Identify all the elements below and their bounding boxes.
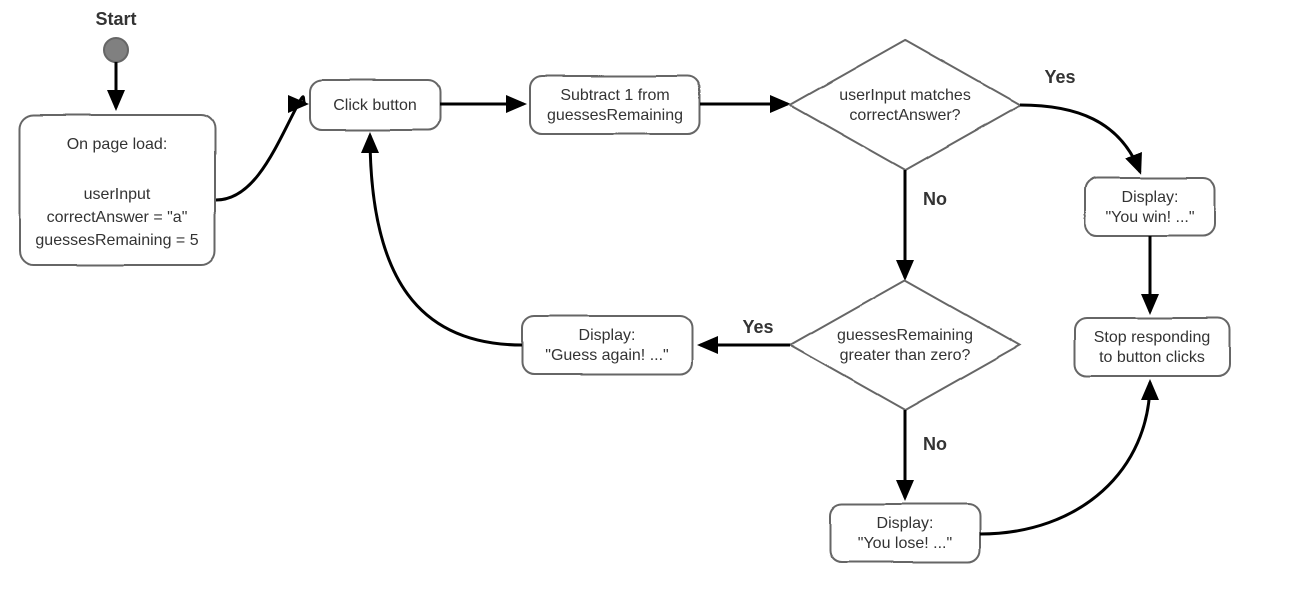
edge-label-yes2: Yes <box>742 317 773 337</box>
start-node <box>104 38 128 62</box>
node-win <box>1085 178 1215 236</box>
node-decision1 <box>790 40 1020 170</box>
guess-again-line2: "Guess again! ..." <box>545 347 668 364</box>
subtract-line1: Subtract 1 from <box>560 87 669 104</box>
decision2-line2: greater than zero? <box>840 347 971 364</box>
pageload-line3: correctAnswer = "a" <box>47 209 188 226</box>
flowchart-diagram: Start On page load: userInput correctAns… <box>0 0 1304 594</box>
edge-decision1-yes <box>1020 105 1140 172</box>
node-guess-again <box>522 316 692 374</box>
guess-again-line1: Display: <box>579 327 636 344</box>
node-lose <box>830 504 980 562</box>
win-line1: Display: <box>1122 189 1179 206</box>
node-subtract <box>530 76 700 134</box>
node-decision2 <box>790 280 1020 410</box>
edge-pageload-to-click <box>216 97 306 200</box>
pageload-line1: On page load: <box>67 136 168 153</box>
edge-label-no2: No <box>923 434 947 454</box>
click-button-text: Click button <box>333 97 417 114</box>
edge-label-no1: No <box>923 189 947 209</box>
win-line2: "You win! ..." <box>1105 209 1194 226</box>
edge-guessagain-to-click <box>370 135 522 345</box>
stop-line2: to button clicks <box>1099 349 1205 366</box>
edge-lose-to-stop <box>980 382 1150 534</box>
pageload-line4: guessesRemaining = 5 <box>35 232 198 249</box>
decision2-line1: guessesRemaining <box>837 327 973 344</box>
lose-line2: "You lose! ..." <box>858 535 952 552</box>
lose-line1: Display: <box>877 515 934 532</box>
start-label: Start <box>95 9 136 29</box>
edge-label-yes1: Yes <box>1044 67 1075 87</box>
decision1-line2: correctAnswer? <box>849 107 960 124</box>
pageload-line2: userInput <box>84 186 151 203</box>
subtract-line2: guessesRemaining <box>547 107 683 124</box>
stop-line1: Stop responding <box>1094 329 1211 346</box>
decision1-line1: userInput matches <box>839 87 971 104</box>
node-stop <box>1075 318 1230 376</box>
